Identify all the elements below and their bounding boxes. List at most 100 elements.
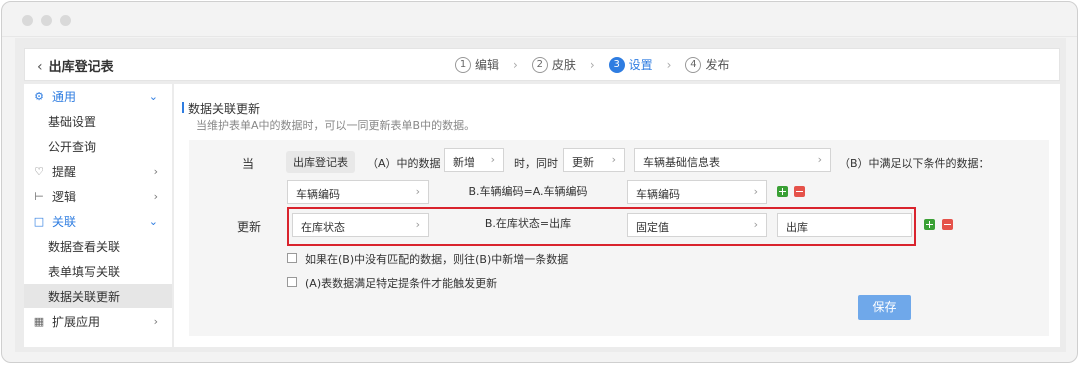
sidebar-item-label: 逻辑: [52, 189, 77, 204]
logic-icon: ⊢: [34, 189, 44, 203]
chevron-left-icon: ‹: [37, 59, 43, 75]
sidebar-item-label: 通用: [52, 89, 77, 104]
insert-if-no-match-checkbox[interactable]: [287, 253, 297, 263]
bell-icon: ♡: [34, 164, 44, 178]
chevron-right-icon: ›: [753, 218, 758, 231]
main-panel: 数据关联更新 当维护表单A中的数据时，可以一同更新表单B中的数据。 当 出库登记…: [174, 84, 1060, 347]
form-b-select-value: 车辆基础信息表: [643, 156, 720, 169]
then-text: 时，同时: [514, 157, 558, 170]
chevron-right-icon: ›: [589, 57, 595, 72]
sidebar-item-logic[interactable]: ⊢ 逻辑 ›: [24, 184, 172, 208]
app-window: ‹ 出库登记表 1 编辑 › 2 皮肤 › 3 设置 › 4 发布 ⚙ 通用 ⌄ 基础设置 公…: [1, 1, 1078, 363]
back-button[interactable]: ‹ 出库登记表: [37, 56, 114, 75]
insert-if-no-match-label: 如果在(B)中没有匹配的数据，则往(B)中新增一条数据: [305, 253, 569, 266]
sidebar-item-reminder[interactable]: ♡ 提醒 ›: [24, 159, 172, 183]
sidebar-item-label: 关联: [52, 214, 77, 229]
condition-field-a-select[interactable]: 车辆编码 ›: [627, 180, 767, 204]
save-button[interactable]: 保存: [858, 295, 911, 320]
chevron-right-icon: ›: [817, 153, 822, 166]
sidebar-item-extensions[interactable]: ▦ 扩展应用 ›: [24, 309, 172, 333]
add-update-icon[interactable]: [924, 219, 935, 230]
step-publish[interactable]: 4 发布: [685, 56, 730, 73]
operation-select-value: 更新: [572, 156, 594, 169]
chevron-right-icon: ›: [611, 153, 616, 166]
trigger-condition-label: (A)表数据满足特定提条件才能触发更新: [305, 277, 498, 290]
chevron-right-icon: ›: [415, 185, 420, 198]
step-label: 编辑: [475, 58, 500, 72]
step-number: 1: [455, 56, 471, 73]
condition-expression: B.车辆编码=A.车辆编码: [429, 183, 627, 199]
trigger-condition-checkbox[interactable]: [287, 277, 297, 287]
sidebar: ⚙ 通用 ⌄ 基础设置 公开查询 ♡ 提醒 › ⊢ 逻辑 › □ 关联 ⌄ 数据查看关联 表单填…: [24, 84, 172, 347]
section-description: 当维护表单A中的数据时，可以一同更新表单B中的数据。: [196, 119, 476, 132]
condition-field-b-select[interactable]: 车辆编码 ›: [287, 180, 429, 204]
step-label: 设置: [628, 58, 653, 72]
settings-icon: ⚙: [34, 89, 44, 103]
form-a-tag: 出库登记表: [286, 151, 355, 173]
sidebar-item-label: 扩展应用: [52, 314, 101, 329]
sidebar-item-data-association-update[interactable]: 数据关联更新: [24, 284, 172, 308]
sidebar-item-label: 基础设置: [48, 114, 97, 129]
update-field-select[interactable]: 在库状态 ›: [292, 213, 429, 237]
action-select[interactable]: 新增 ›: [444, 148, 504, 172]
apps-grid-icon: ▦: [33, 314, 45, 328]
sidebar-item-association[interactable]: □ 关联 ⌄: [24, 209, 172, 233]
step-number: 3: [608, 56, 625, 73]
when-label: 当: [242, 157, 255, 171]
step-settings[interactable]: 3 设置: [608, 56, 653, 73]
form-a-data-text: （A）中的数据: [367, 157, 441, 170]
form-b-select[interactable]: 车辆基础信息表 ›: [634, 148, 831, 172]
update-value-input[interactable]: 出库: [777, 213, 912, 237]
window-dot-close[interactable]: [22, 15, 33, 26]
condition-field-a-value: 车辆编码: [636, 188, 680, 201]
chevron-down-icon: ⌄: [148, 214, 158, 228]
window-dot-maximize[interactable]: [60, 15, 71, 26]
chevron-right-icon: ›: [753, 185, 758, 198]
sidebar-item-public-query[interactable]: 公开查询: [24, 134, 172, 158]
remove-update-icon[interactable]: [942, 219, 953, 230]
section-title: 数据关联更新: [181, 102, 261, 116]
sidebar-item-label: 数据查看关联: [48, 239, 121, 254]
chevron-right-icon: ›: [490, 153, 495, 166]
sidebar-item-label: 表单填写关联: [48, 264, 121, 279]
top-bar: ‹ 出库登记表 1 编辑 › 2 皮肤 › 3 设置 › 4 发布: [24, 48, 1060, 81]
chevron-right-icon: ›: [153, 189, 158, 203]
chevron-right-icon: ›: [153, 164, 158, 178]
sidebar-item-data-view-association[interactable]: 数据查看关联: [24, 234, 172, 258]
condition-field-b-value: 车辆编码: [296, 188, 340, 201]
update-field-value: 在库状态: [301, 221, 345, 234]
remove-condition-icon[interactable]: [794, 186, 805, 197]
chevron-down-icon: ⌄: [148, 89, 158, 103]
update-label: 更新: [237, 220, 262, 234]
titlebar-divider: [2, 36, 1077, 37]
update-expression: B.在库状态=出库: [429, 215, 627, 231]
action-select-value: 新增: [453, 156, 475, 169]
update-type-select[interactable]: 固定值 ›: [627, 213, 767, 237]
step-label: 皮肤: [551, 58, 576, 72]
add-condition-icon[interactable]: [777, 186, 788, 197]
step-navigation: 1 编辑 › 2 皮肤 › 3 设置 › 4 发布: [455, 56, 730, 73]
sidebar-item-basic-settings[interactable]: 基础设置: [24, 109, 172, 133]
app-content: ‹ 出库登记表 1 编辑 › 2 皮肤 › 3 设置 › 4 发布 ⚙ 通用 ⌄ 基础设置 公…: [15, 38, 1066, 352]
step-skin[interactable]: 2 皮肤: [531, 56, 576, 73]
page-title: 出库登记表: [48, 60, 114, 75]
step-number: 4: [685, 56, 702, 73]
sidebar-item-label: 数据关联更新: [48, 289, 121, 304]
chevron-right-icon: ›: [666, 57, 672, 72]
sidebar-item-label: 公开查询: [48, 139, 97, 154]
chevron-right-icon: ›: [415, 218, 420, 231]
step-label: 发布: [705, 58, 730, 72]
operation-select[interactable]: 更新 ›: [563, 148, 625, 172]
sidebar-item-general[interactable]: ⚙ 通用 ⌄: [24, 84, 172, 108]
link-icon: □: [33, 214, 45, 228]
sidebar-item-form-fill-association[interactable]: 表单填写关联: [24, 259, 172, 283]
rule-panel: 当 出库登记表 （A）中的数据 新增 › 时，同时 更新 › 车辆基础信息表 › （B…: [189, 140, 1049, 336]
chevron-right-icon: ›: [153, 314, 158, 328]
form-b-condition-text: （B）中满足以下条件的数据：: [839, 157, 990, 170]
window-dot-minimize[interactable]: [41, 15, 52, 26]
step-number: 2: [531, 56, 548, 73]
step-edit[interactable]: 1 编辑: [455, 56, 499, 73]
sidebar-item-label: 提醒: [52, 164, 77, 179]
chevron-right-icon: ›: [513, 57, 518, 72]
update-type-value: 固定值: [636, 221, 669, 234]
